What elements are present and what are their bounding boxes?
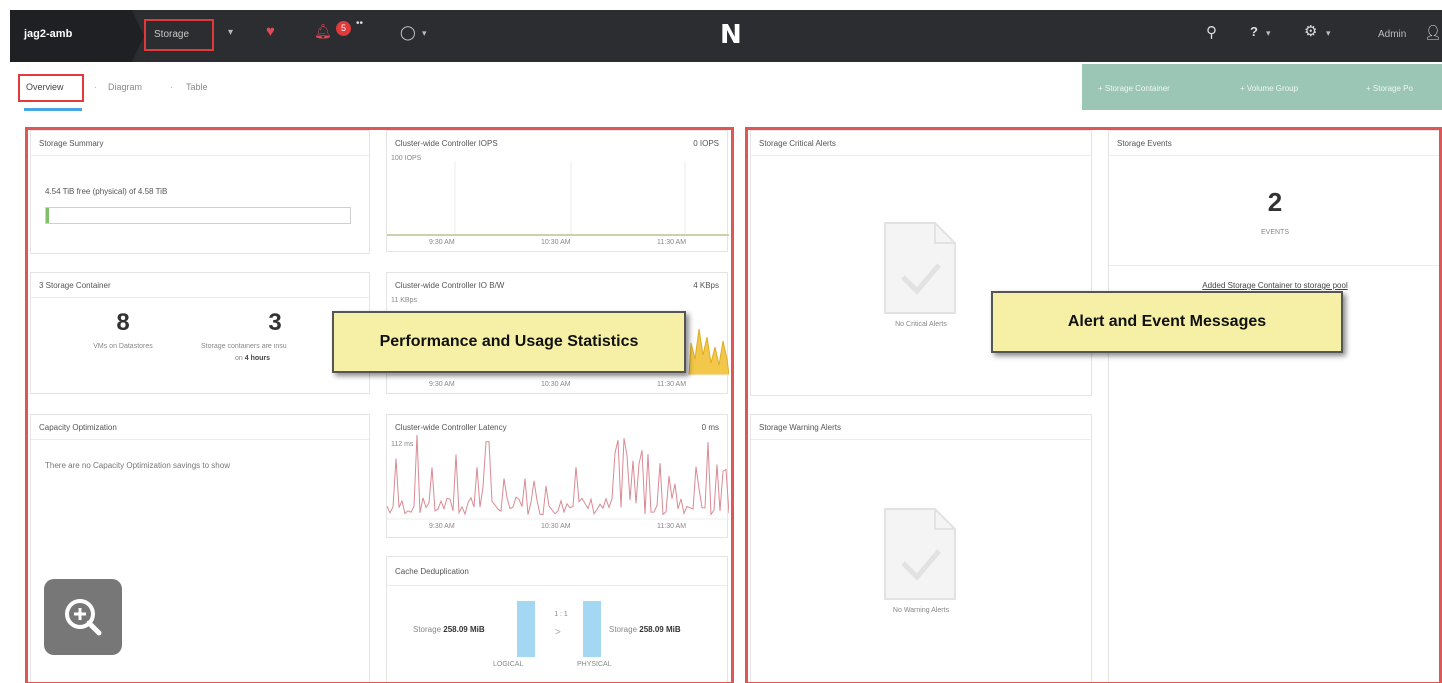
zoom-in-icon [65, 599, 102, 636]
gear-caret-icon[interactable]: ▾ [1326, 28, 1331, 39]
zoom-in-button[interactable] [44, 579, 122, 655]
view-selector-storage[interactable]: Storage [144, 19, 214, 51]
view-selector-caret-icon[interactable]: ▾ [228, 27, 233, 38]
performance-region-highlight [25, 127, 734, 683]
alerts-callout: Alert and Event Messages [991, 291, 1343, 353]
tasks-circle-icon[interactable]: ◯ [400, 24, 416, 41]
search-icon[interactable]: ⚲ [1206, 23, 1217, 41]
nutanix-logo: N [720, 20, 742, 50]
tab-separator: · [170, 82, 173, 92]
tab-table[interactable]: Table [186, 82, 208, 92]
add-storage-pool-button[interactable]: + Storage Po [1366, 84, 1413, 93]
tab-diagram[interactable]: Diagram [108, 82, 142, 92]
alerts-region-highlight [745, 127, 1442, 683]
active-tab-underline [24, 108, 82, 111]
add-volume-group-button[interactable]: + Volume Group [1240, 84, 1298, 93]
add-storage-container-button[interactable]: + Storage Container [1098, 84, 1170, 93]
more-dots-icon[interactable]: •• [356, 18, 363, 29]
cluster-name[interactable]: jag2-amb [10, 10, 144, 62]
action-bar: + Storage Container + Volume Group + Sto… [1082, 64, 1442, 110]
admin-user-menu[interactable]: Admin [1378, 29, 1406, 40]
user-icon[interactable]: 👤︎ [1424, 24, 1442, 41]
alerts-bell-icon[interactable]: 🔔︎ [314, 23, 332, 40]
tab-separator: · [94, 82, 97, 92]
performance-callout: Performance and Usage Statistics [332, 311, 686, 373]
gear-icon[interactable]: ⚙ [1304, 22, 1317, 40]
top-navigation-bar: jag2-amb Storage ▾ ♥ 🔔︎ 5 •• ◯ ▾ N ⚲ ? ▾… [10, 10, 1442, 62]
alert-count-badge[interactable]: 5 [336, 21, 351, 36]
health-heart-icon[interactable]: ♥ [266, 23, 275, 40]
tasks-caret-icon[interactable]: ▾ [422, 28, 427, 39]
help-caret-icon[interactable]: ▾ [1266, 28, 1271, 39]
tab-overview[interactable]: Overview [18, 74, 84, 102]
help-icon[interactable]: ? [1250, 24, 1258, 39]
